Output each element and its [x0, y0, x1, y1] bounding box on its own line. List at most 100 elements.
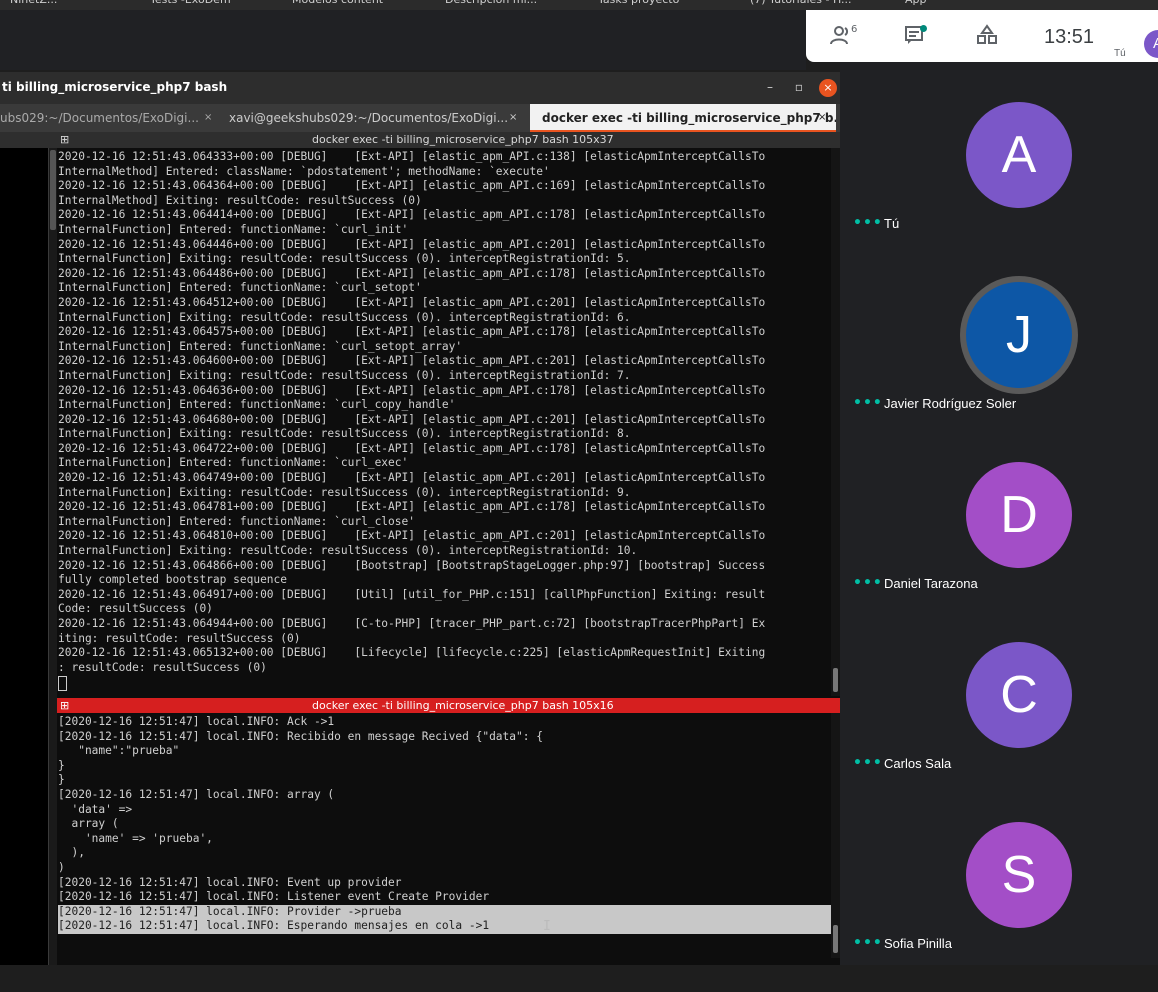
shapes-icon-svg [977, 24, 997, 44]
log-line: InternalFunction] Exiting: resultCode: r… [58, 427, 631, 441]
log-line: ) [58, 860, 65, 874]
left-pane-scrollbar[interactable] [49, 148, 57, 965]
participant-tile[interactable]: J ••• Javier Rodríguez Soler [840, 282, 1158, 452]
log-line: InternalFunction] Entered: functionName:… [58, 222, 409, 236]
log-line: InternalFunction] Exiting: resultCode: r… [58, 252, 631, 266]
log-line: } [58, 773, 65, 787]
bottom-pane-output[interactable]: [2020-12-16 12:51:47] local.INFO: Ack ->… [58, 715, 831, 937]
minimize-button[interactable]: – [760, 77, 780, 97]
more-options-icon[interactable]: ••• [853, 215, 883, 231]
participant-avatar: J [966, 282, 1072, 388]
log-line: 2020-12-16 12:51:43.064600+00:00 [DEBUG]… [58, 354, 766, 368]
tab-1[interactable]: ubs029:~/Documentos/ExoDigi... × [0, 104, 220, 132]
bookmark-item[interactable]: Tests -ExoDem [150, 0, 231, 6]
desktop-top-area [0, 10, 806, 70]
terminal-cursor [58, 676, 67, 691]
bookmark-item[interactable]: Descripcion mi... [445, 0, 537, 6]
participant-tile[interactable]: S ••• Sofia Pinilla [840, 822, 1158, 992]
bookmark-item[interactable]: NinetZ... [10, 0, 57, 6]
pane-grid-icon[interactable]: ⊞ [60, 698, 69, 713]
log-line: 2020-12-16 12:51:43.064575+00:00 [DEBUG]… [58, 325, 766, 339]
bookmark-item[interactable]: Modelos content [292, 0, 383, 6]
log-line: 2020-12-16 12:51:43.064333+00:00 [DEBUG]… [58, 150, 766, 163]
tab-2[interactable]: xavi@geekshubs029:~/Documentos/ExoDigi..… [225, 104, 525, 132]
log-line: 2020-12-16 12:51:43.064944+00:00 [DEBUG]… [58, 617, 766, 630]
more-options-icon[interactable]: ••• [853, 395, 883, 411]
tab-close-icon[interactable]: × [818, 104, 826, 130]
log-line: Code: resultSuccess (0) [58, 602, 213, 616]
top-pane-title: docker exec -ti billing_microservice_php… [312, 133, 614, 146]
log-line: InternalMethod] Entered: className: `pdo… [58, 164, 550, 178]
log-line: 2020-12-16 12:51:43.064446+00:00 [DEBUG]… [58, 237, 766, 251]
log-line: InternalFunction] Entered: functionName:… [58, 281, 422, 295]
log-line: 'data' => [58, 802, 133, 816]
participant-avatar: A [966, 102, 1072, 208]
participant-avatar: C [966, 642, 1072, 748]
participant-name: Sofia Pinilla [884, 936, 952, 951]
bottom-pane-scrollbar[interactable] [831, 713, 840, 958]
bottom-pane-title: docker exec -ti billing_microservice_php… [312, 699, 614, 712]
top-pane-header[interactable]: ⊞ docker exec -ti billing_microservice_p… [0, 132, 840, 148]
scrollbar-thumb[interactable] [50, 150, 56, 230]
participant-avatar: D [966, 462, 1072, 568]
bookmark-item[interactable]: Tasks proyecto [598, 0, 679, 6]
log-line: [2020-12-16 12:51:47] local.INFO: Listen… [58, 890, 490, 904]
log-line: 2020-12-16 12:51:43.064636+00:00 [DEBUG]… [58, 383, 766, 397]
tab-label: docker exec -ti billing_microservice_php… [542, 111, 836, 125]
shapes-icon[interactable] [976, 24, 998, 51]
log-line: 2020-12-16 12:51:43.064866+00:00 [DEBUG]… [58, 558, 766, 572]
pane-grid-icon[interactable]: ⊞ [60, 132, 69, 148]
log-line: [2020-12-16 12:51:47] local.INFO: array … [58, 787, 335, 801]
log-line: 2020-12-16 12:51:43.064512+00:00 [DEBUG]… [58, 295, 766, 309]
more-options-icon[interactable]: ••• [853, 575, 883, 591]
more-options-icon[interactable]: ••• [853, 755, 883, 771]
log-line: [2020-12-16 12:51:47] local.INFO: Recibi… [58, 729, 543, 743]
participant-name: Tú [884, 216, 900, 231]
tab-close-icon[interactable]: × [509, 104, 517, 132]
bookmark-item[interactable]: App [905, 0, 927, 6]
participant-tile[interactable]: D ••• Daniel Tarazona [840, 462, 1158, 632]
participant-tile[interactable]: A ••• Tú [840, 102, 1158, 272]
log-line: InternalFunction] Entered: functionName:… [58, 514, 415, 528]
participant-tile[interactable]: C ••• Carlos Sala [840, 642, 1158, 812]
log-line: 2020-12-16 12:51:43.065132+00:00 [DEBUG]… [58, 646, 766, 660]
maximize-button[interactable]: ▫ [789, 77, 809, 97]
scrollbar-thumb[interactable] [833, 668, 838, 692]
log-line: fully completed bootstrap sequence [58, 573, 288, 587]
log-line: [2020-12-16 12:51:47] local.INFO: Ack ->… [58, 715, 335, 728]
self-label: Tú [1114, 48, 1126, 59]
participant-name: Carlos Sala [884, 756, 952, 771]
bookmark-item[interactable]: (7) Tutoriales - H... [750, 0, 852, 6]
log-line: 2020-12-16 12:51:43.064722+00:00 [DEBUG]… [58, 441, 766, 455]
log-line: iting: resultCode: resultSuccess (0) [58, 631, 301, 645]
scrollbar-thumb[interactable] [833, 925, 838, 953]
bottom-pane-header[interactable]: ⊞ docker exec -ti billing_microservice_p… [57, 698, 840, 713]
more-options-icon[interactable]: ••• [853, 935, 883, 951]
log-line: 2020-12-16 12:51:43.064486+00:00 [DEBUG]… [58, 266, 766, 280]
log-line: 2020-12-16 12:51:43.064781+00:00 [DEBUG]… [58, 500, 766, 514]
tab-close-icon[interactable]: × [204, 104, 212, 132]
left-terminal-pane[interactable] [0, 148, 49, 965]
chat-notification-dot [920, 25, 927, 32]
log-line: InternalFunction] Exiting: resultCode: r… [58, 310, 631, 324]
log-line: ), [58, 846, 85, 860]
participant-name: Javier Rodríguez Soler [884, 396, 1017, 411]
log-line: [2020-12-16 12:51:47] local.INFO: Provid… [58, 904, 831, 920]
meet-control-bar: 6 13:51 Tú A [806, 10, 1158, 62]
self-avatar[interactable]: A [1144, 30, 1158, 58]
tab-3-active[interactable]: docker exec -ti billing_microservice_php… [530, 104, 836, 132]
log-line: } [58, 758, 65, 772]
terminal-window: ti billing_microservice_php7 bash – ▫ × … [0, 72, 840, 965]
log-line: InternalFunction] Entered: functionName:… [58, 339, 463, 353]
log-line: 2020-12-16 12:51:43.064749+00:00 [DEBUG]… [58, 471, 766, 485]
log-line: InternalFunction] Entered: functionName:… [58, 398, 456, 412]
top-pane-scrollbar[interactable] [831, 148, 840, 696]
log-line: InternalFunction] Exiting: resultCode: r… [58, 368, 631, 382]
participant-avatar: S [966, 822, 1072, 928]
close-button[interactable]: × [819, 79, 837, 97]
log-line: [2020-12-16 12:51:47] local.INFO: Espera… [58, 919, 831, 934]
participants-sidebar: A ••• Tú J ••• Javier Rodríguez Soler D ••• Dani… [840, 62, 1158, 965]
terminal-title-bar[interactable]: ti billing_microservice_php7 bash – ▫ × [0, 72, 840, 104]
top-pane-output[interactable]: 2020-12-16 12:51:43.064333+00:00 [DEBUG]… [58, 150, 831, 696]
participant-name: Daniel Tarazona [884, 576, 978, 591]
